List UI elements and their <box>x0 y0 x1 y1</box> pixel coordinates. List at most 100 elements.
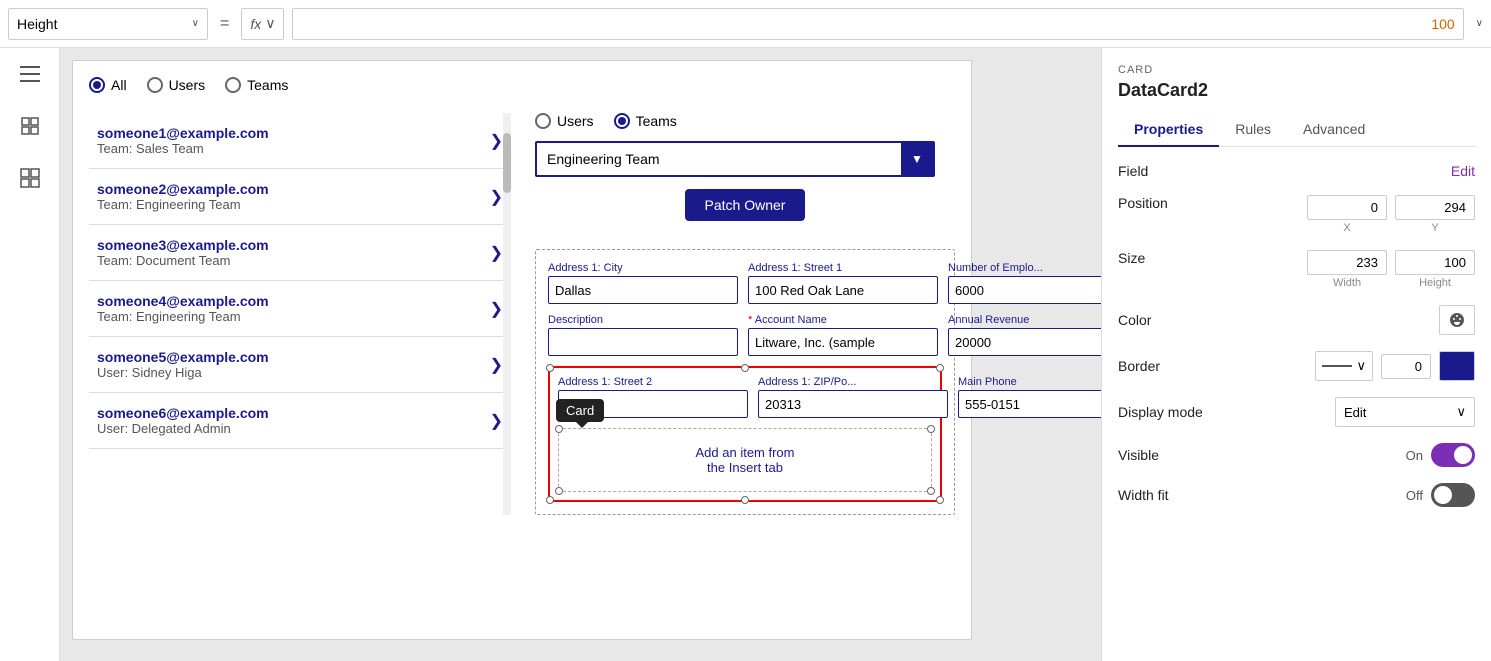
tab-advanced[interactable]: Advanced <box>1287 113 1381 147</box>
handle-inner-bl[interactable] <box>555 487 563 495</box>
canvas-area: All Users Teams someone1@example.c <box>60 48 1101 661</box>
user-team: User: Sidney Higa <box>97 365 269 380</box>
display-mode-select[interactable]: Edit ∨ <box>1335 397 1475 427</box>
handle-inner-br[interactable] <box>927 487 935 495</box>
user-info: someone2@example.com Team: Engineering T… <box>97 181 269 212</box>
properties-panel: CARD DataCard2 Properties Rules Advanced… <box>1101 48 1491 661</box>
input-zip[interactable] <box>758 390 948 418</box>
tab-rules[interactable]: Rules <box>1219 113 1287 147</box>
user-team: Team: Document Team <box>97 253 269 268</box>
width-fit-off-label: Off <box>1406 488 1423 503</box>
size-width-col: Width <box>1307 250 1387 289</box>
chevron-right-icon: ❯ <box>490 131 503 151</box>
radio-form-users-circle <box>535 113 551 129</box>
handle-bl[interactable] <box>546 496 554 504</box>
prop-row-position: Position X Y <box>1118 195 1475 234</box>
scrollbar-track[interactable] <box>503 113 511 515</box>
position-y-col: Y <box>1395 195 1475 234</box>
field-label-zip: Address 1: ZIP/Po... <box>758 376 948 388</box>
radio-all-label: All <box>111 77 127 93</box>
height-dropdown[interactable]: Height ∨ <box>8 8 208 40</box>
handle-tr[interactable] <box>936 364 944 372</box>
handle-inner-tr[interactable] <box>927 425 935 433</box>
prop-border-label: Border <box>1118 358 1198 374</box>
prop-row-field: Field Edit <box>1118 163 1475 179</box>
input-main-phone[interactable] <box>958 390 1101 418</box>
prop-width-fit-label: Width fit <box>1118 487 1198 503</box>
radio-teams-circle <box>225 77 241 93</box>
input-address-street1[interactable] <box>748 276 938 304</box>
formula-value: 100 <box>1431 16 1454 32</box>
handle-bm[interactable] <box>741 496 749 504</box>
list-item[interactable]: someone6@example.com User: Delegated Adm… <box>89 393 511 449</box>
chevron-right-icon: ❯ <box>490 411 503 431</box>
add-item-text: Add an item fromthe Insert tab <box>563 433 927 487</box>
user-email: someone2@example.com <box>97 181 269 197</box>
prop-row-size: Size Width Height <box>1118 250 1475 289</box>
radio-form-teams[interactable]: Teams <box>614 113 677 129</box>
size-width-input[interactable] <box>1307 250 1387 275</box>
prop-field-edit[interactable]: Edit <box>1451 163 1475 179</box>
size-height-input[interactable] <box>1395 250 1475 275</box>
handle-inner-tl[interactable] <box>555 425 563 433</box>
input-annual-revenue[interactable] <box>948 328 1101 356</box>
position-x-input[interactable] <box>1307 195 1387 220</box>
prop-visible-label: Visible <box>1118 447 1198 463</box>
panel-card-label: CARD <box>1118 64 1475 76</box>
input-description[interactable] <box>548 328 738 356</box>
color-picker-icon <box>1449 312 1465 328</box>
list-item[interactable]: someone5@example.com User: Sidney Higa ❯ <box>89 337 511 393</box>
card-tooltip: Card <box>556 399 604 422</box>
top-bar: Height ∨ = fx ∨ 100 ∨ <box>0 0 1491 48</box>
input-address-city[interactable] <box>548 276 738 304</box>
input-num-employees[interactable] <box>948 276 1101 304</box>
user-team: User: Delegated Admin <box>97 421 269 436</box>
list-item[interactable]: someone2@example.com Team: Engineering T… <box>89 169 511 225</box>
sidebar-icon-components[interactable] <box>12 160 48 196</box>
radio-users-circle <box>147 77 163 93</box>
patch-owner-button[interactable]: Patch Owner <box>685 189 806 221</box>
size-width-label: Width <box>1333 277 1361 289</box>
user-info: someone3@example.com Team: Document Team <box>97 237 269 268</box>
height-dropdown-chevron: ∨ <box>192 18 199 29</box>
handle-tl[interactable] <box>546 364 554 372</box>
engineering-team-dropdown[interactable]: Engineering Team ▼ <box>535 141 935 177</box>
field-label-description: Description <box>548 314 738 326</box>
prop-color-label: Color <box>1118 312 1198 328</box>
list-item[interactable]: someone4@example.com Team: Engineering T… <box>89 281 511 337</box>
radio-all[interactable]: All <box>89 77 127 93</box>
scrollbar-thumb[interactable] <box>503 133 511 193</box>
radio-users[interactable]: Users <box>147 77 206 93</box>
radio-teams[interactable]: Teams <box>225 77 288 93</box>
border-width-input[interactable] <box>1381 354 1431 379</box>
formula-bar[interactable]: 100 <box>292 8 1463 40</box>
size-height-col: Height <box>1395 250 1475 289</box>
color-picker[interactable] <box>1439 305 1475 335</box>
border-color-picker[interactable] <box>1439 351 1475 381</box>
handle-br[interactable] <box>936 496 944 504</box>
prop-row-border: Border ∨ <box>1118 351 1475 381</box>
handle-tm[interactable] <box>741 364 749 372</box>
selected-card[interactable]: Address 1: Street 2 Address 1: ZIP/Po...… <box>548 366 942 502</box>
visible-toggle[interactable] <box>1431 443 1475 467</box>
sidebar-icon-layers[interactable] <box>12 108 48 144</box>
width-fit-toggle[interactable] <box>1431 483 1475 507</box>
list-item[interactable]: someone3@example.com Team: Document Team… <box>89 225 511 281</box>
sidebar-icon-menu[interactable] <box>12 56 48 92</box>
canvas-panel: All Users Teams someone1@example.c <box>72 60 972 640</box>
prop-row-width-fit: Width fit Off <box>1118 483 1475 507</box>
radio-teams-label: Teams <box>247 77 288 93</box>
field-label-address-street1: Address 1: Street 1 <box>748 262 938 274</box>
input-account-name[interactable] <box>748 328 938 356</box>
position-y-input[interactable] <box>1395 195 1475 220</box>
fx-box[interactable]: fx ∨ <box>241 8 284 40</box>
chevron-right-icon: ❯ <box>490 355 503 375</box>
tab-properties[interactable]: Properties <box>1118 113 1219 147</box>
user-info: someone1@example.com Team: Sales Team <box>97 125 269 156</box>
radio-form-users[interactable]: Users <box>535 113 594 129</box>
list-item[interactable]: someone1@example.com Team: Sales Team ❯ <box>89 113 511 169</box>
width-fit-toggle-knob <box>1434 486 1452 504</box>
user-team: Team: Sales Team <box>97 141 269 156</box>
border-style-select[interactable]: ∨ <box>1315 351 1373 381</box>
radio-form-teams-label: Teams <box>636 113 677 129</box>
